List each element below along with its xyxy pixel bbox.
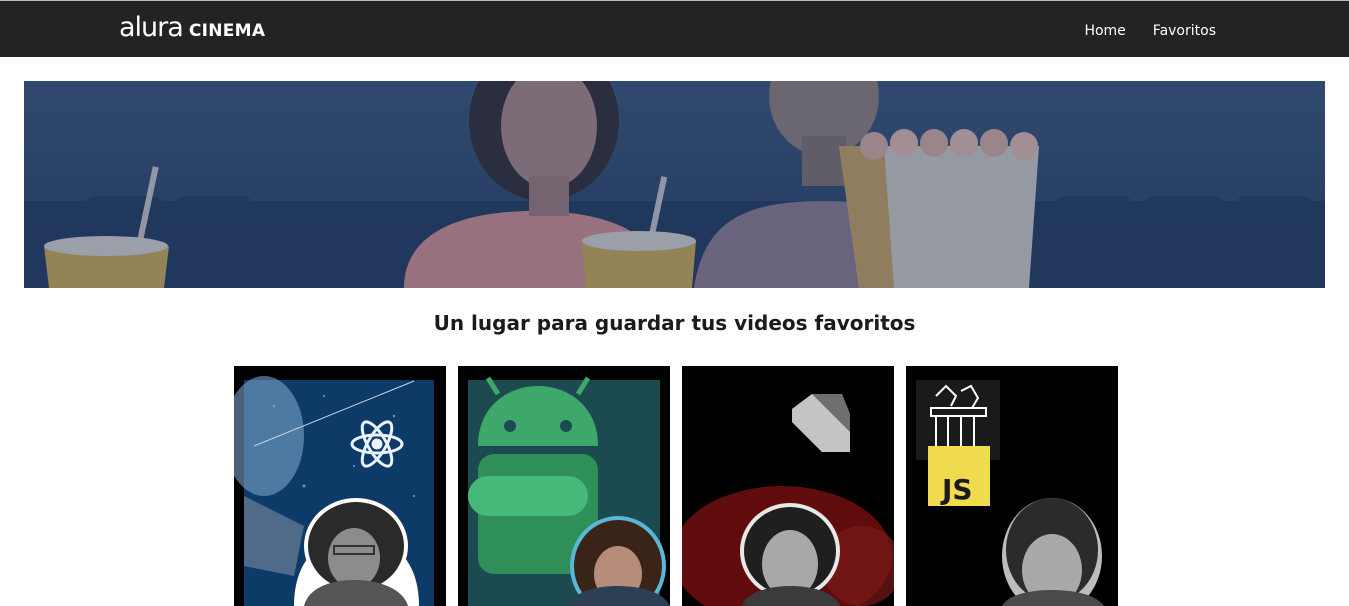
react-thumbnail [234,366,446,606]
video-card-javascript[interactable]: JS [906,366,1118,606]
cinema-couple-illustration [24,81,1325,288]
page-tagline: Un lugar para guardar tus videos favorit… [433,311,916,335]
logo-alura-text: alura [119,12,184,43]
site-logo[interactable]: alura CINEMA [119,13,265,45]
android-thumbnail [458,366,670,606]
hero-banner-image [24,81,1325,288]
nav-link-favoritos[interactable]: Favoritos [1153,22,1216,40]
main-nav: Home Favoritos [1084,22,1216,40]
logo-cinema-text: CINEMA [188,21,266,41]
video-card-dart[interactable] [682,366,894,606]
top-navbar: alura CINEMA Home Favoritos [0,0,1349,57]
js-logo-text: JS [940,473,973,506]
javascript-thumbnail: JS [906,366,1118,606]
dart-thumbnail [682,366,894,606]
video-card-android[interactable] [458,366,670,606]
video-card-react[interactable] [234,366,446,606]
video-card-grid: JS [234,366,1118,606]
nav-link-home[interactable]: Home [1084,22,1125,40]
